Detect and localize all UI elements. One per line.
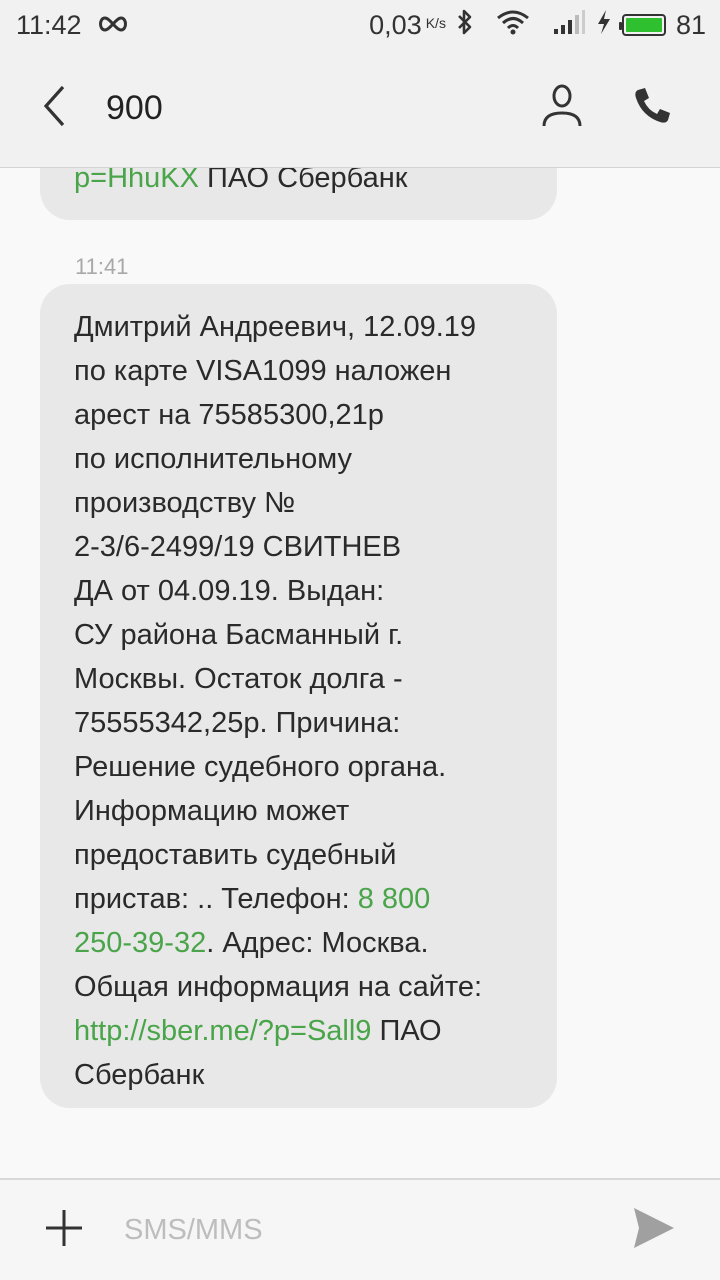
phone-link-part1[interactable]: 8 800 xyxy=(358,883,431,915)
message-line: арест на 75585300,21р xyxy=(74,399,384,431)
bluetooth-icon xyxy=(456,8,474,43)
message-line: Москвы. Остаток долга - xyxy=(74,663,403,695)
send-button[interactable] xyxy=(624,1200,684,1260)
message-timestamp: 11:41 xyxy=(75,254,129,279)
battery-icon xyxy=(618,14,666,36)
battery-fill xyxy=(625,18,662,32)
phone-link-part2[interactable]: 250-39-32 xyxy=(74,927,206,959)
message-text: ПАО xyxy=(371,1015,442,1047)
message-line: по исполнительному xyxy=(74,443,352,475)
message-line: Общая информация на сайте: xyxy=(74,971,483,1003)
message-line: производству № xyxy=(74,487,296,519)
status-time: 11:42 xyxy=(16,9,82,40)
signal-icon xyxy=(552,9,586,42)
plus-icon xyxy=(44,1208,84,1253)
battery-level: 81 xyxy=(675,9,706,40)
conversation-title: 900 xyxy=(106,89,163,127)
message-line: Информацию может xyxy=(74,795,350,827)
message-line: 75555342,25р. Причина: xyxy=(74,707,401,739)
message-text: . Адрес: Москва. xyxy=(206,927,429,959)
back-button[interactable] xyxy=(24,79,84,139)
message-line: предоставить судебный xyxy=(74,839,397,871)
network-speed: 0,03 K/s xyxy=(369,10,446,41)
message-bubble-previous[interactable]: p=HhuKX ПАО Сбербанк xyxy=(40,168,557,220)
message-input[interactable] xyxy=(124,1213,624,1247)
url-link[interactable]: http://sber.me/?p=Sall9 xyxy=(74,1015,371,1047)
message-line: 2-3/6-2499/19 СВИТНЕВ xyxy=(74,531,402,563)
person-icon xyxy=(541,84,583,133)
message-line: по карте VISA1099 наложен xyxy=(74,355,452,387)
charging-icon xyxy=(596,9,612,42)
message-list[interactable]: p=HhuKX ПАО Сбербанк 11:41 Дмитрий Андре… xyxy=(0,168,720,1178)
send-icon xyxy=(632,1206,676,1255)
message-line: Сбербанк xyxy=(74,1059,205,1091)
app-bar: 900 xyxy=(0,50,720,168)
infinity-icon xyxy=(96,10,130,41)
message-bubble[interactable]: Дмитрий Андреевич, 12.09.19 по карте VIS… xyxy=(40,284,557,1108)
phone-icon xyxy=(632,86,672,131)
chevron-left-icon xyxy=(41,84,67,133)
message-text: пристав: .. Телефон: xyxy=(74,883,358,915)
message-line: Дмитрий Андреевич, 12.09.19 xyxy=(74,311,477,343)
contact-button[interactable] xyxy=(534,81,590,137)
status-bar: 11:42 0,03 K/s 81 xyxy=(0,0,720,50)
message-line: Решение судебного органа. xyxy=(74,751,447,783)
message-line: СУ района Басманный г. xyxy=(74,619,404,651)
attach-button[interactable] xyxy=(34,1200,94,1260)
compose-bar xyxy=(0,1178,720,1280)
message-text: ПАО Сбербанк xyxy=(198,168,408,194)
network-speed-value: 0,03 xyxy=(369,9,422,40)
wifi-icon xyxy=(496,9,530,42)
call-button[interactable] xyxy=(624,81,680,137)
message-link[interactable]: p=HhuKX xyxy=(74,168,199,194)
message-line: ДА от 04.09.19. Выдан: xyxy=(74,575,385,607)
network-speed-unit: K/s xyxy=(425,14,446,31)
